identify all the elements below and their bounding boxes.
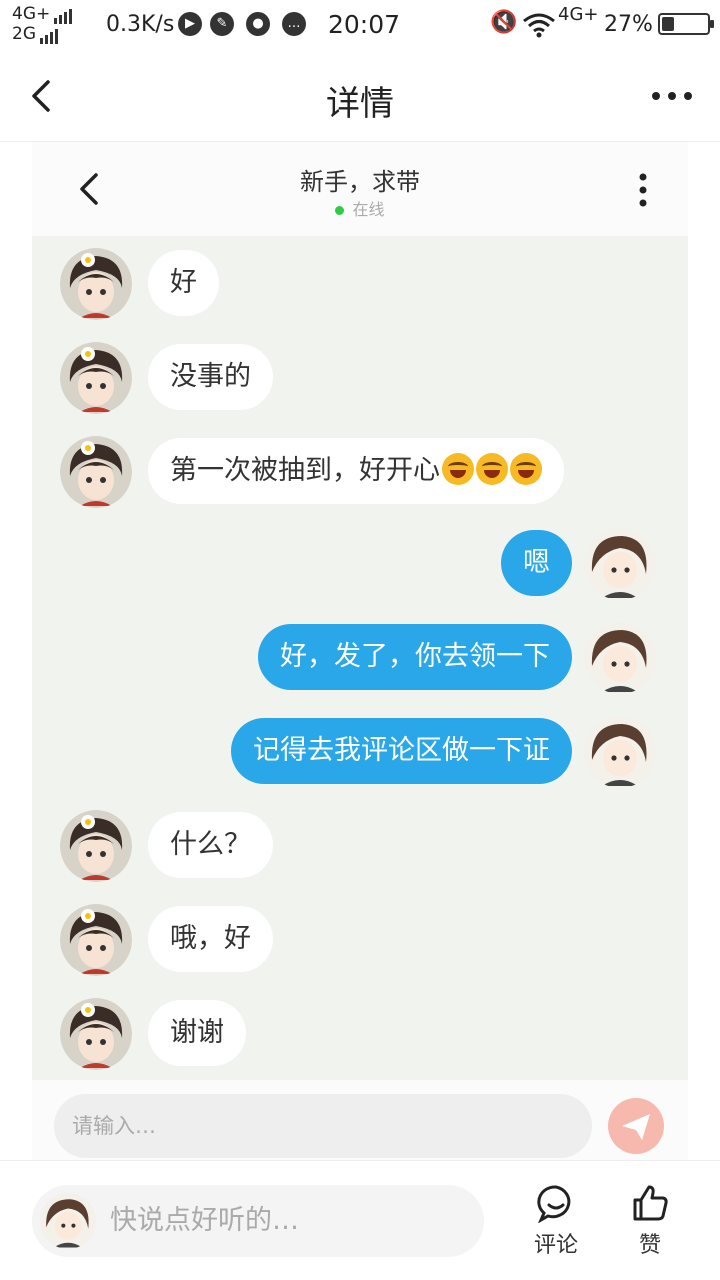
comment-button[interactable]: 评论 [526, 1183, 586, 1259]
user-avatar [40, 1193, 96, 1249]
chat-message: 什么？ [32, 810, 688, 882]
chat-message: 好，发了，你去领一下 [32, 622, 688, 694]
network-speed: 0.3K/s [106, 12, 175, 37]
my-avatar [584, 716, 656, 788]
message-text: 哦，好 [170, 923, 251, 954]
my-avatar [584, 622, 656, 694]
message-text: 谢谢 [170, 1017, 224, 1048]
mute-icon: 🔇 [490, 10, 518, 35]
chat-message: 好 [32, 248, 688, 320]
message-text: 好，发了，你去领一下 [280, 641, 550, 672]
chat-input-field: 请输入… [54, 1094, 592, 1158]
chat-screenshot: 新手，求带 在线 好没事的第一次被抽到，好开心嗯好，发了，你去领一下记得去我评论… [32, 142, 688, 1160]
laughing-emoji-icon [510, 452, 542, 485]
like-label: 赞 [638, 1233, 661, 1258]
send-icon [608, 1098, 664, 1154]
online-dot-icon [335, 206, 345, 215]
chat-message: 没事的 [32, 342, 688, 414]
contact-avatar [60, 904, 132, 976]
sent-message-bubble: 嗯 [501, 530, 572, 596]
bottom-bar: 快说点好听的… 评论 赞 [0, 1160, 720, 1280]
wechat-icon: ● [246, 12, 270, 36]
network-indicator: 4G+ 2G [12, 4, 74, 44]
received-message-bubble: 第一次被抽到，好开心 [148, 438, 564, 504]
laughing-emoji-icon [476, 452, 508, 485]
chat-header: 新手，求带 在线 [32, 142, 688, 236]
thumbs-up-icon [633, 1185, 668, 1221]
chat-message: 哦，好 [32, 904, 688, 976]
message-text: 第一次被抽到，好开心 [170, 455, 440, 486]
comment-placeholder: 快说点好听的… [110, 1205, 299, 1236]
battery-percent: 27% [604, 12, 653, 37]
battery-icon [658, 13, 714, 35]
chat-message: 第一次被抽到，好开心 [32, 436, 688, 508]
message-text: 嗯 [523, 547, 550, 578]
contact-avatar [60, 998, 132, 1070]
online-status: 在线 [32, 196, 688, 220]
message-icon: … [282, 12, 306, 36]
message-text: 什么？ [170, 829, 251, 860]
video-app-icon: ▶ [178, 12, 202, 36]
wifi-icon [523, 13, 555, 38]
network-type-right: 4G+ [558, 4, 599, 25]
chat-input-bar: 请输入… [32, 1080, 688, 1160]
page-title: 详情 [326, 84, 394, 124]
message-text: 没事的 [170, 361, 251, 392]
comment-input[interactable]: 快说点好听的… [32, 1185, 484, 1257]
comment-icon [537, 1185, 571, 1223]
chat-menu-icon [639, 173, 647, 207]
like-button[interactable]: 赞 [620, 1183, 680, 1259]
contact-name: 新手，求带 [300, 168, 420, 196]
my-avatar [584, 528, 656, 600]
palette-app-icon: ✎ [210, 12, 234, 36]
chat-message: 谢谢 [32, 998, 688, 1070]
contact-avatar [60, 436, 132, 508]
contact-avatar [60, 342, 132, 414]
sent-message-bubble: 记得去我评论区做一下证 [231, 718, 572, 784]
message-text: 好 [170, 267, 197, 298]
chat-message: 嗯 [32, 528, 688, 600]
received-message-bubble: 哦，好 [148, 906, 273, 972]
app-header: 详情 [0, 50, 720, 142]
contact-avatar [60, 248, 132, 320]
more-options-icon[interactable] [648, 84, 696, 108]
contact-avatar [60, 810, 132, 882]
status-bar: 4G+ 2G 0.3K/s ▶ ✎ ● … 20:07 🔇 4G+ 27% [0, 0, 720, 50]
clock: 20:07 [328, 10, 401, 39]
received-message-bubble: 好 [148, 250, 219, 316]
received-message-bubble: 没事的 [148, 344, 273, 410]
chat-message: 记得去我评论区做一下证 [32, 716, 688, 788]
received-message-bubble: 什么？ [148, 812, 273, 878]
received-message-bubble: 谢谢 [148, 1000, 246, 1066]
message-text: 记得去我评论区做一下证 [253, 735, 550, 766]
comment-label: 评论 [533, 1233, 578, 1258]
laughing-emoji-icon [442, 452, 474, 485]
sent-message-bubble: 好，发了，你去领一下 [258, 624, 572, 690]
